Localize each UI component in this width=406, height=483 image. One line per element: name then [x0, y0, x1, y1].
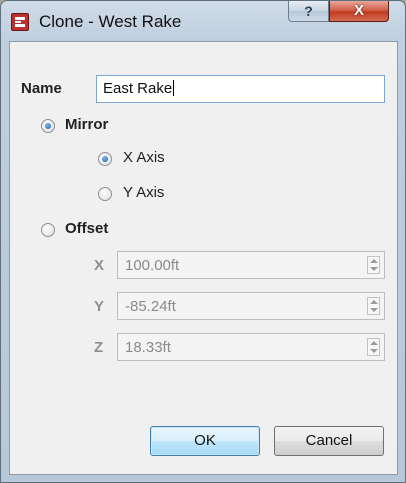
- offset-x-stepper[interactable]: [367, 256, 380, 274]
- x-axis-radio[interactable]: [98, 152, 112, 166]
- window-title: Clone - West Rake: [39, 12, 182, 31]
- offset-radio[interactable]: [41, 223, 55, 237]
- offset-label: Offset: [65, 220, 109, 237]
- stepper-down-icon[interactable]: [370, 267, 378, 271]
- offset-x-label: X: [94, 257, 105, 274]
- stepper-down-icon[interactable]: [370, 349, 378, 353]
- offset-y-stepper[interactable]: [367, 297, 380, 315]
- dialog-body: Name East Rake Mirror X Axis Y Axis Offs…: [9, 41, 398, 475]
- y-axis-label: Y Axis: [123, 184, 165, 201]
- offset-z-value: 18.33ft: [125, 339, 171, 356]
- ok-button[interactable]: OK: [150, 426, 260, 456]
- name-input[interactable]: East Rake: [96, 75, 385, 103]
- app-icon: [11, 13, 29, 31]
- name-input-value: East Rake: [103, 80, 173, 97]
- x-axis-label: X Axis: [123, 149, 165, 166]
- stepper-down-icon[interactable]: [370, 308, 378, 312]
- title-bar[interactable]: Clone - West Rake ? X: [1, 1, 405, 41]
- offset-z-label: Z: [94, 339, 104, 356]
- offset-y-label: Y: [94, 298, 105, 315]
- offset-x-spinbox[interactable]: 100.00ft: [117, 251, 385, 279]
- text-caret: [173, 80, 175, 96]
- offset-z-stepper[interactable]: [367, 338, 380, 356]
- close-button[interactable]: X: [329, 1, 389, 22]
- clone-dialog: Clone - West Rake ? X Name East Rake Mir…: [0, 0, 406, 483]
- stepper-up-icon[interactable]: [370, 341, 378, 345]
- y-axis-radio[interactable]: [98, 187, 112, 201]
- offset-y-spinbox[interactable]: -85.24ft: [117, 292, 385, 320]
- stepper-up-icon[interactable]: [370, 259, 378, 263]
- offset-x-value: 100.00ft: [125, 257, 180, 274]
- mirror-radio[interactable]: [41, 119, 55, 133]
- stepper-up-icon[interactable]: [370, 300, 378, 304]
- offset-z-spinbox[interactable]: 18.33ft: [117, 333, 385, 361]
- mirror-label: Mirror: [65, 116, 109, 133]
- offset-y-value: -85.24ft: [125, 298, 176, 315]
- cancel-button[interactable]: Cancel: [274, 426, 384, 456]
- help-button[interactable]: ?: [288, 1, 329, 22]
- name-label: Name: [21, 80, 62, 97]
